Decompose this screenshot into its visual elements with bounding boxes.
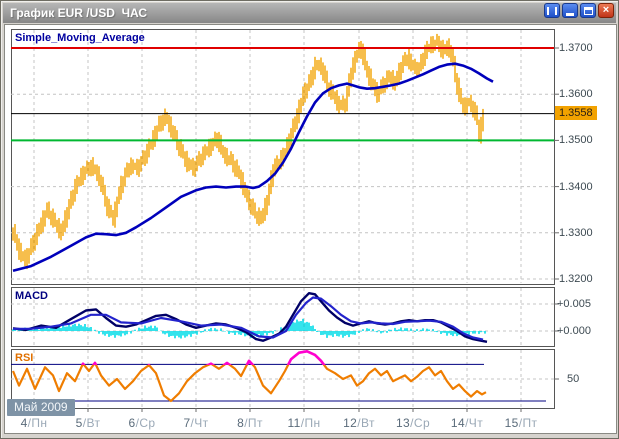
window-title: График EUR /USD ЧАС <box>3 6 147 20</box>
y-axis-label: 1.3200 <box>559 273 593 285</box>
minimize-icon[interactable] <box>562 3 578 18</box>
minimize-glyph <box>566 6 574 16</box>
x-axis-label: 13/Ср <box>385 416 441 430</box>
y-axis-label: 1.3300 <box>559 227 593 239</box>
x-axis-label: 6/Ср <box>114 416 170 430</box>
chart-window: График EUR /USD ЧАС × Simple_Moving_Aver… <box>0 0 619 439</box>
pause-glyph <box>547 7 557 15</box>
sma-indicator-label: Simple_Moving_Average <box>15 32 145 44</box>
x-axis-label: 11/Пн <box>276 416 332 430</box>
x-axis-label: 8/Пт <box>222 416 278 430</box>
price-chart-panel[interactable] <box>11 29 555 285</box>
y-axis-label: 50 <box>567 373 579 385</box>
macd-indicator-panel[interactable] <box>11 287 555 347</box>
x-axis-label: 5/Вт <box>60 416 116 430</box>
maximize-icon[interactable] <box>580 3 596 18</box>
y-axis-label: 1.3400 <box>559 181 593 193</box>
x-axis-label: 7/Чт <box>168 416 224 430</box>
pause-icon[interactable] <box>544 3 560 18</box>
current-price-tag: 1.3558 <box>555 106 597 120</box>
x-axis-label: 14/Чт <box>439 416 495 430</box>
y-axis-label: +0.005 <box>557 298 591 310</box>
maximize-glyph <box>584 7 593 15</box>
x-axis-label: 12/Вт <box>331 416 387 430</box>
month-axis-label: Май 2009 <box>7 399 75 416</box>
x-axis-label: 4/Пн <box>6 416 62 430</box>
y-axis-label: 1.3700 <box>559 42 593 54</box>
title-bar[interactable]: График EUR /USD ЧАС <box>3 3 616 23</box>
rsi-indicator-label: RSI <box>15 352 33 364</box>
macd-indicator-label: MACD <box>15 290 48 302</box>
y-axis-label: +0.000 <box>557 325 591 337</box>
close-icon[interactable]: × <box>598 3 614 18</box>
y-axis-label: 1.3500 <box>559 134 593 146</box>
window-controls: × <box>544 3 614 18</box>
y-axis-label: 1.3600 <box>559 88 593 100</box>
rsi-indicator-panel[interactable] <box>11 349 555 409</box>
x-axis-label: 15/Пт <box>493 416 549 430</box>
